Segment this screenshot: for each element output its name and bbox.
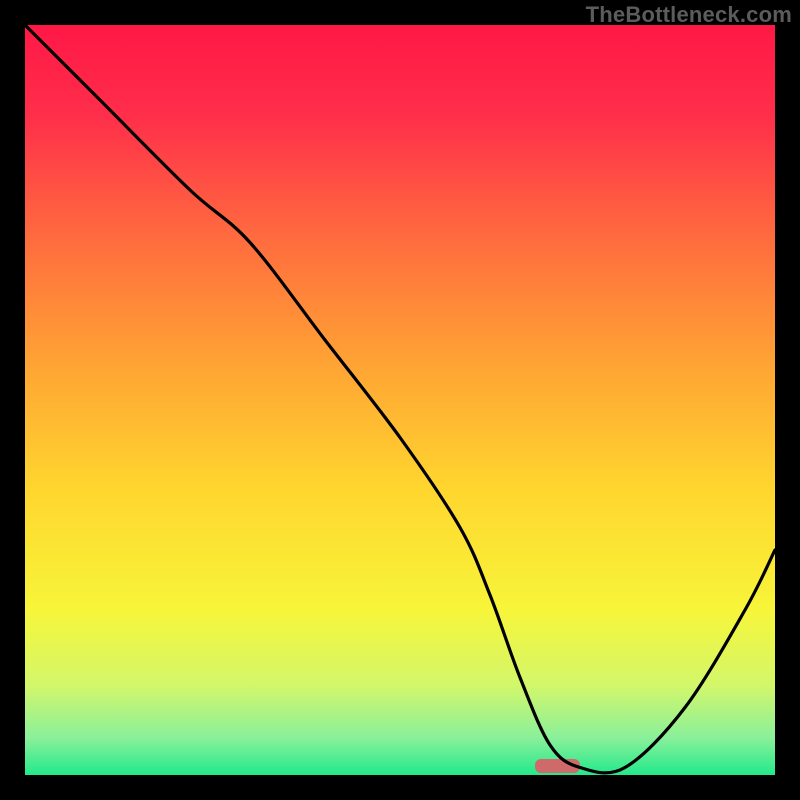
bottleneck-chart — [25, 25, 775, 775]
chart-frame: TheBottleneck.com — [0, 0, 800, 800]
plot-area — [25, 25, 775, 775]
